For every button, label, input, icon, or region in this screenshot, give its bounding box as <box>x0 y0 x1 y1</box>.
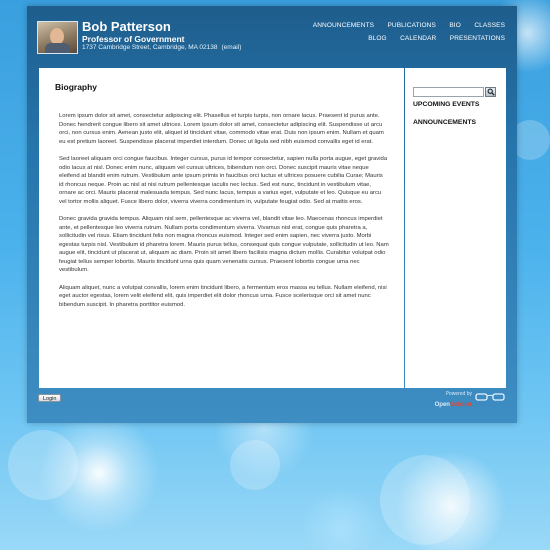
biography-paragraph: Aliquam aliquet, nunc a volutpat convall… <box>59 284 387 308</box>
address-text: 1737 Cambridge Street, Cambridge, MA 021… <box>82 44 218 51</box>
glasses-icon <box>475 393 505 401</box>
search-input[interactable] <box>413 87 484 97</box>
announcements-heading: ANNOUNCEMENTS <box>413 119 477 126</box>
avatar <box>37 21 78 54</box>
main-nav: ANNOUNCEMENTS PUBLICATIONS BIO CLASSES B… <box>304 18 505 44</box>
powered-by-label: Powered by <box>445 391 472 397</box>
nav-row-1: ANNOUNCEMENTS PUBLICATIONS BIO CLASSES <box>304 18 505 31</box>
nav-calendar[interactable]: CALENDAR <box>400 35 436 42</box>
site-owner-title: Professor of Government <box>82 34 185 44</box>
brand-part1: Open <box>434 402 450 408</box>
email-link[interactable]: (email) <box>222 44 242 51</box>
nav-row-2: BLOG CALENDAR PRESENTATIONS <box>304 31 505 44</box>
nav-announcements[interactable]: ANNOUNCEMENTS <box>313 22 374 29</box>
upcoming-events-heading: UPCOMING EVENTS <box>413 101 480 108</box>
openscholar-logo: OpenScholar <box>435 402 472 408</box>
nav-publications[interactable]: PUBLICATIONS <box>388 22 436 29</box>
search-box <box>413 87 498 99</box>
background-bokeh <box>8 430 78 500</box>
search-icon <box>487 88 495 96</box>
site-owner-address: 1737 Cambridge Street, Cambridge, MA 021… <box>82 44 241 51</box>
nav-blog[interactable]: BLOG <box>368 35 386 42</box>
site-owner-name[interactable]: Bob Patterson <box>82 19 171 34</box>
sidebar: UPCOMING EVENTS ANNOUNCEMENTS <box>405 68 506 388</box>
biography-paragraph: Lorem ipsum dolor sit amet, consectetur … <box>59 113 384 145</box>
main-content: Biography Lorem ipsum dolor sit amet, co… <box>39 68 404 388</box>
avatar-shirt <box>45 43 70 53</box>
page-title: Biography <box>55 82 98 92</box>
site-header: Bob Patterson Professor of Government 17… <box>27 6 517 62</box>
nav-presentations[interactable]: PRESENTATIONS <box>450 35 505 42</box>
nav-classes[interactable]: CLASSES <box>474 22 505 29</box>
login-button[interactable]: Login <box>38 394 62 402</box>
search-button[interactable] <box>485 87 496 97</box>
brand-part2: Scholar <box>449 402 472 408</box>
background-bokeh <box>380 455 470 545</box>
biography-body: Lorem ipsum dolor sit amet, consectetur … <box>59 112 389 318</box>
biography-paragraph: Sed laoreet aliquam orci congue faucibus… <box>59 156 388 205</box>
page-frame: Bob Patterson Professor of Government 17… <box>27 6 517 423</box>
powered-by[interactable]: Powered by OpenScholar <box>435 391 472 409</box>
biography-paragraph: Donec gravida gravida tempus. Aliquam ni… <box>59 216 389 273</box>
background-bokeh <box>230 440 280 490</box>
nav-bio[interactable]: BIO <box>449 22 461 29</box>
